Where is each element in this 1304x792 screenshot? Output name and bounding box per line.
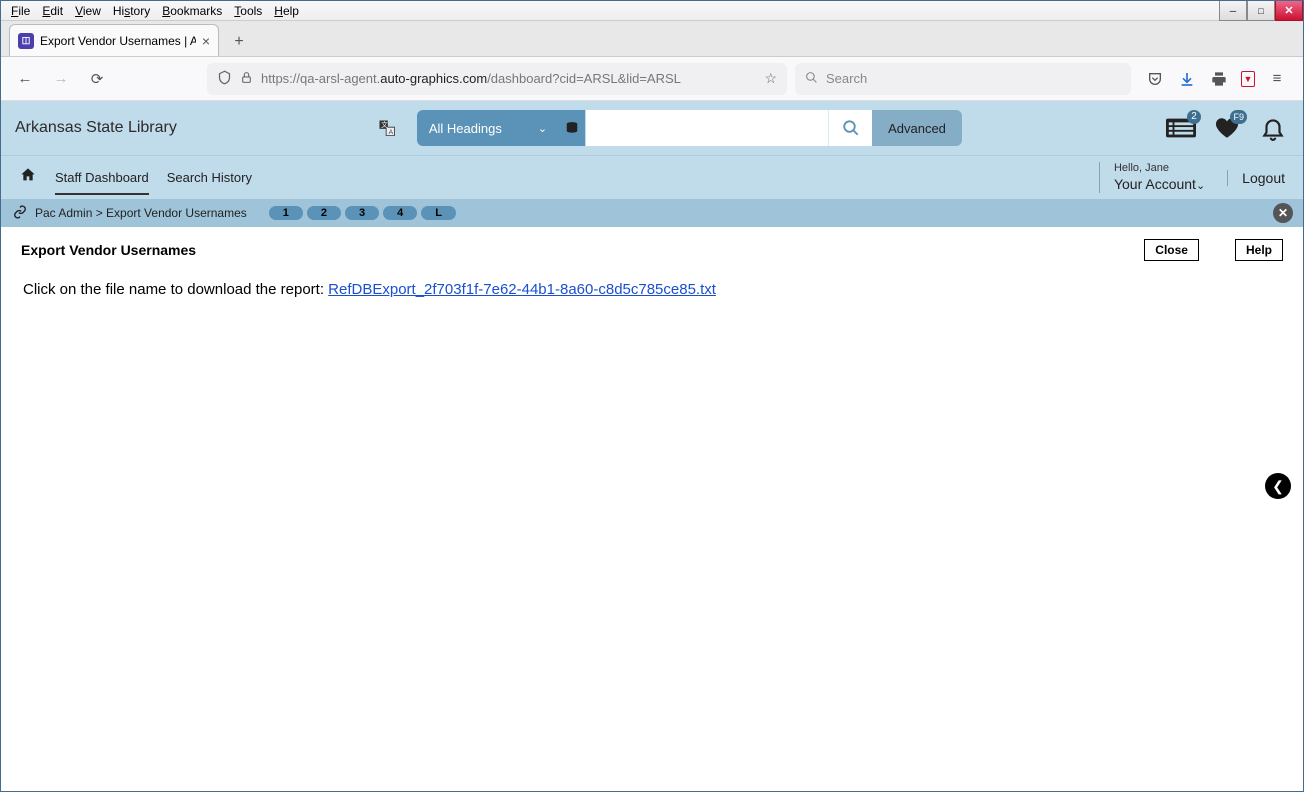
content-header: Export Vendor Usernames Close Help bbox=[1, 227, 1303, 273]
menu-view[interactable]: View bbox=[69, 2, 107, 20]
svg-text:A: A bbox=[389, 129, 394, 136]
menu-bookmarks[interactable]: Bookmarks bbox=[156, 2, 228, 20]
catalog-search-group: All Headings ⌄ Advanced bbox=[417, 110, 962, 146]
chevron-down-icon: ⌄ bbox=[1196, 180, 1205, 192]
breadcrumb-bar: Pac Admin > Export Vendor Usernames 1 2 … bbox=[1, 199, 1303, 227]
nav-staff-dashboard[interactable]: Staff Dashboard bbox=[55, 170, 149, 195]
favicon-icon: ◫ bbox=[18, 33, 34, 49]
pill-2[interactable]: 2 bbox=[307, 206, 341, 220]
browser-tab[interactable]: ◫ Export Vendor Usernames | ARSL × bbox=[9, 24, 219, 56]
tab-title: Export Vendor Usernames | ARSL bbox=[40, 34, 196, 48]
security-icon[interactable]: ▼ bbox=[1241, 71, 1255, 87]
window-controls: ─ □ ✕ bbox=[1219, 1, 1303, 21]
url-toolbar: ← → ⟳ https://qa-arsl-agent.auto-graphic… bbox=[1, 57, 1303, 101]
account-area: Hello, Jane Your Account⌄ Logout bbox=[1099, 162, 1285, 192]
bell-icon[interactable] bbox=[1257, 114, 1289, 142]
brand-title: Arkansas State Library bbox=[15, 119, 177, 137]
menu-edit[interactable]: Edit bbox=[36, 2, 69, 20]
pill-1[interactable]: 1 bbox=[269, 206, 303, 220]
breadcrumb-close-icon[interactable]: ✕ bbox=[1273, 203, 1293, 223]
list-icon[interactable]: 2 bbox=[1165, 114, 1197, 142]
nav-row: Staff Dashboard Search History Hello, Ja… bbox=[1, 155, 1303, 199]
nav-search-history[interactable]: Search History bbox=[167, 170, 252, 185]
print-icon[interactable] bbox=[1209, 69, 1229, 89]
catalog-search-button[interactable] bbox=[828, 110, 872, 146]
link-icon bbox=[13, 205, 27, 222]
home-icon[interactable] bbox=[19, 167, 37, 188]
filter-label: All Headings bbox=[429, 121, 502, 136]
header-right-icons: 2 F9 bbox=[1165, 114, 1289, 142]
expand-panel-chevron-icon[interactable]: ❮ bbox=[1265, 473, 1291, 499]
advanced-search-button[interactable]: Advanced bbox=[872, 110, 962, 146]
close-tab-icon[interactable]: × bbox=[202, 33, 210, 49]
menu-file[interactable]: File bbox=[5, 2, 36, 20]
page-title: Export Vendor Usernames bbox=[21, 242, 196, 258]
catalog-search-input[interactable] bbox=[586, 110, 828, 146]
browser-menu-bar: File Edit View History Bookmarks Tools H… bbox=[1, 1, 1303, 21]
browser-search-field[interactable]: Search bbox=[795, 63, 1131, 95]
close-window-button[interactable]: ✕ bbox=[1275, 1, 1303, 21]
menu-help[interactable]: Help bbox=[268, 2, 305, 20]
bookmark-star-icon[interactable]: ☆ bbox=[764, 70, 777, 87]
search-icon bbox=[805, 71, 818, 87]
tab-strip: ◫ Export Vendor Usernames | ARSL × + bbox=[1, 21, 1303, 57]
hamburger-menu-icon[interactable]: ≡ bbox=[1267, 69, 1287, 89]
back-button[interactable]: ← bbox=[11, 65, 39, 93]
help-button[interactable]: Help bbox=[1235, 239, 1283, 261]
breadcrumb-text[interactable]: Pac Admin > Export Vendor Usernames bbox=[35, 206, 247, 220]
search-filter-dropdown[interactable]: All Headings ⌄ bbox=[417, 110, 559, 146]
menu-history[interactable]: History bbox=[107, 2, 156, 20]
minimize-button[interactable]: ─ bbox=[1219, 1, 1247, 21]
account-block[interactable]: Hello, Jane Your Account⌄ bbox=[1099, 162, 1205, 192]
search-placeholder: Search bbox=[826, 71, 867, 86]
toolbar-icons: ▼ ≡ bbox=[1139, 69, 1293, 89]
your-account-dropdown[interactable]: Your Account⌄ bbox=[1114, 176, 1205, 193]
list-badge: 2 bbox=[1187, 110, 1201, 124]
download-icon[interactable] bbox=[1177, 69, 1197, 89]
forward-button[interactable]: → bbox=[47, 65, 75, 93]
url-text: https://qa-arsl-agent.auto-graphics.com/… bbox=[261, 71, 756, 86]
heart-icon[interactable]: F9 bbox=[1211, 114, 1243, 142]
reload-button[interactable]: ⟳ bbox=[83, 65, 111, 93]
close-button[interactable]: Close bbox=[1144, 239, 1199, 261]
lock-icon bbox=[240, 71, 253, 87]
content-body: Click on the file name to download the r… bbox=[1, 273, 1303, 306]
language-icon[interactable]: 文A bbox=[377, 118, 397, 138]
pill-4[interactable]: 4 bbox=[383, 206, 417, 220]
logout-link[interactable]: Logout bbox=[1227, 170, 1285, 186]
menu-tools[interactable]: Tools bbox=[228, 2, 268, 20]
breadcrumb-pills: 1 2 3 4 L bbox=[269, 206, 456, 220]
download-file-link[interactable]: RefDBExport_2f703f1f-7e62-44b1-8a60-c8d5… bbox=[328, 281, 716, 298]
download-prompt: Click on the file name to download the r… bbox=[23, 281, 328, 298]
address-bar[interactable]: https://qa-arsl-agent.auto-graphics.com/… bbox=[207, 63, 787, 95]
new-tab-button[interactable]: + bbox=[225, 28, 253, 56]
hello-text: Hello, Jane bbox=[1114, 162, 1205, 175]
pill-l[interactable]: L bbox=[421, 206, 456, 220]
chevron-down-icon: ⌄ bbox=[538, 122, 547, 135]
pill-3[interactable]: 3 bbox=[345, 206, 379, 220]
app-header: Arkansas State Library 文A All Headings ⌄… bbox=[1, 101, 1303, 155]
shield-icon bbox=[217, 70, 232, 88]
database-icon[interactable] bbox=[559, 110, 585, 146]
heart-badge: F9 bbox=[1230, 110, 1247, 124]
pocket-icon[interactable] bbox=[1145, 69, 1165, 89]
maximize-button[interactable]: □ bbox=[1247, 1, 1275, 21]
svg-text:文: 文 bbox=[381, 120, 388, 129]
